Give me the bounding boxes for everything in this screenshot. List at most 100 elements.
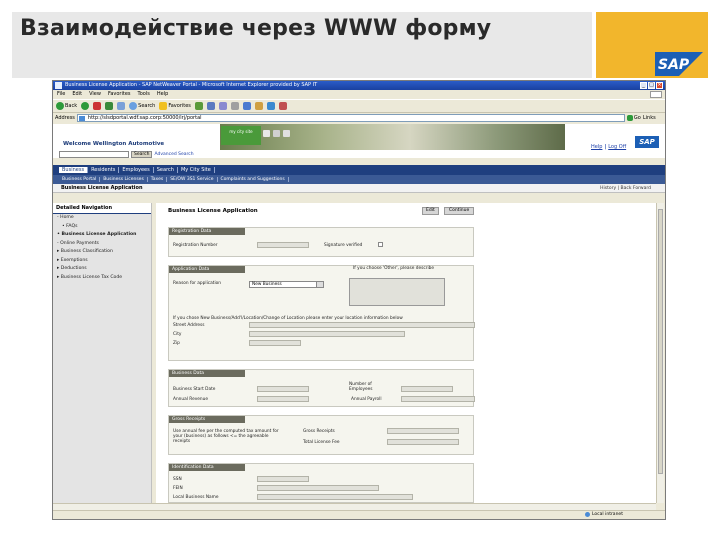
tab-my-city-site[interactable]: My City Site [178,167,215,173]
subtab-service[interactable]: SE/OW 3S1 Service [167,177,218,182]
menu-bar: File Edit View Favorites Tools Help [53,90,665,99]
detailed-navigation: Detailed Navigation - Home • FAQs • Busi… [53,203,152,503]
go-button[interactable]: Go [626,115,641,121]
star-icon [159,102,168,110]
nav-item-exemptions[interactable]: ▸ Exemptions [53,257,151,266]
local-name-field[interactable] [257,494,413,500]
city-label: City [173,332,182,337]
edit-icon[interactable] [242,102,251,110]
forward-link[interactable]: Forward [633,186,651,191]
tab-search[interactable]: Search [154,167,178,173]
revenue-field[interactable] [257,396,309,402]
gross-receipts-field[interactable] [387,428,459,434]
refresh-icon[interactable] [105,102,114,110]
tab-residents[interactable]: Residents [88,167,120,173]
menu-help[interactable]: Help [157,90,168,99]
subtab-complaints[interactable]: Complaints and Suggestions [218,177,289,182]
home-icon[interactable] [117,102,126,110]
fein-label: FEIN [173,486,183,491]
advanced-search-link[interactable]: Advanced Search [154,152,193,157]
signature-checkbox[interactable] [378,242,383,247]
menu-edit[interactable]: Edit [72,90,82,99]
registration-section: Registration Data Registration Number Si… [168,227,474,257]
tab-business[interactable]: Business [59,167,89,173]
minimize-icon[interactable]: _ [640,82,647,89]
header-links: Help | Log Off [591,144,626,150]
messenger-icon[interactable] [266,102,275,110]
history-icon[interactable] [206,102,215,110]
registration-number-field[interactable] [257,242,309,248]
banner-icons [263,130,290,137]
subtab-taxes[interactable]: Taxes [148,177,168,182]
city-field[interactable] [249,331,405,337]
zip-field[interactable] [249,340,301,346]
total-fee-field[interactable] [387,439,459,445]
payroll-field[interactable] [401,396,475,402]
ie-icon [55,82,62,89]
back-link[interactable]: Back [621,186,632,191]
maximize-icon[interactable]: □ [648,82,655,89]
street-field[interactable] [249,322,475,328]
sap-logo: SAP [655,52,703,76]
back-button[interactable]: Back [56,102,77,110]
history-link[interactable]: History [600,186,616,191]
zip-label: Zip [173,341,180,346]
location-note: If you chose New Business/Add'l/Location… [173,316,403,321]
research-icon[interactable] [278,102,287,110]
menu-tools[interactable]: Tools [138,90,150,99]
stop-icon[interactable] [93,102,102,110]
nav-item-business-license-application[interactable]: • Business License Application [53,231,151,240]
subtab-business-licenses[interactable]: Business Licenses [100,177,148,182]
tab-employees[interactable]: Employees [119,167,154,173]
help-link[interactable]: Help [591,144,602,150]
horizontal-scrollbar[interactable] [53,503,656,510]
scrollbar-thumb[interactable] [658,209,663,474]
window-title: Business License Application - SAP NetWe… [65,82,318,88]
subtab-business-portal[interactable]: Business Portal [59,177,101,182]
application-section: Application Data If you choose 'Other', … [168,265,475,361]
close-icon[interactable]: × [656,82,663,89]
portal-search-input[interactable] [59,151,129,158]
vertical-scrollbar[interactable] [656,203,664,503]
business-header: Business Data [169,370,245,377]
registration-number-label: Registration Number [173,243,218,248]
form-title: Business License Application [168,208,258,214]
portal-search-button[interactable]: Search [131,151,153,158]
nav-item-home[interactable]: - Home [53,214,151,223]
other-description-textarea[interactable] [349,278,445,306]
nav-item-tax-code[interactable]: ▸ Business License Tax Code [53,274,151,283]
windows-flag-icon [650,91,662,98]
forward-arrow-icon[interactable] [81,102,90,110]
nav-item-business-classification[interactable]: ▸ Business Classification [53,248,151,257]
nav-item-faqs[interactable]: • FAQs [53,223,151,232]
gross-receipts-header: Gross Receipts [169,416,245,423]
logoff-link[interactable]: Log Off [608,144,626,150]
menu-file[interactable]: File [57,90,65,99]
employees-field[interactable] [401,386,453,392]
nav-item-online-payments[interactable]: - Online Payments [53,240,151,249]
start-date-field[interactable] [257,386,309,392]
nav-item-deductions[interactable]: ▸ Deductions [53,265,151,274]
menu-favorites[interactable]: Favorites [108,90,131,99]
reason-select[interactable]: New Business [249,281,324,288]
menu-view[interactable]: View [89,90,101,99]
window-titlebar: Business License Application - SAP NetWe… [53,81,665,90]
gross-receipts-label: Gross Receipts [303,429,335,434]
edit-button[interactable]: Edit [422,207,439,215]
continue-button[interactable]: Continue [444,207,475,215]
registration-header: Registration Data [169,228,245,235]
print-icon[interactable] [230,102,239,110]
fein-field[interactable] [257,485,379,491]
browser-toolbar: Back Search Favorites [53,99,665,112]
mail-icon[interactable] [218,102,227,110]
favorites-button[interactable]: Favorites [159,102,191,110]
detailed-navigation-title: Detailed Navigation [53,203,151,214]
media-icon[interactable] [194,102,203,110]
folder-icon[interactable] [254,102,263,110]
signature-label: Signature verified [324,243,363,248]
ssn-field[interactable] [257,476,309,482]
gross-receipts-section: Gross Receipts Use annual fee per the co… [168,415,474,455]
address-input[interactable]: http://slsdportal.wdf.sap.corp:50000/irj… [76,114,625,122]
search-button[interactable]: Search [129,102,155,110]
links-button[interactable]: Links [643,115,656,121]
